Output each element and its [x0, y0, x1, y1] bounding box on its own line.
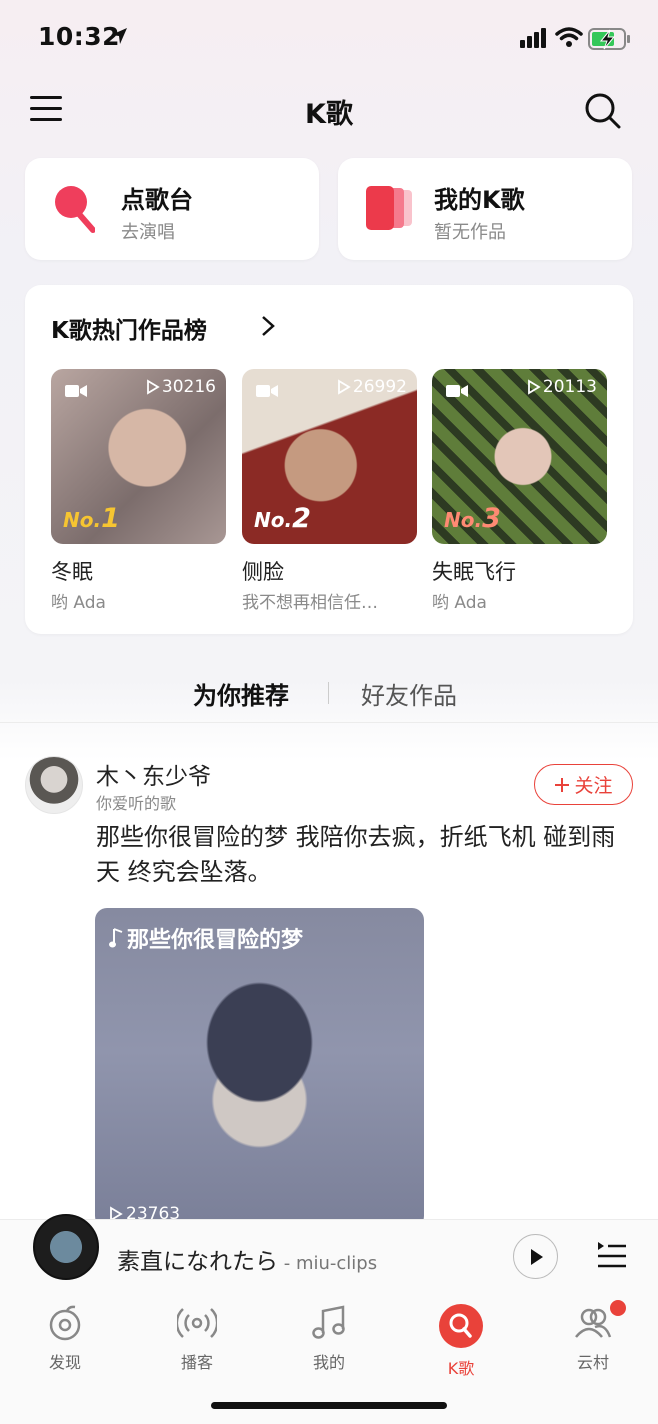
- avatar[interactable]: [25, 756, 83, 814]
- now-playing-song: 素直になれたら: [117, 1249, 278, 1275]
- nav-label: 云村: [576, 1353, 609, 1372]
- now-playing-artist: - miu-clips: [278, 1253, 378, 1274]
- play-count-icon: [528, 379, 541, 395]
- song-request-subtitle: 去演唱: [121, 222, 175, 243]
- microphone-icon: [55, 186, 95, 233]
- chart-song-title: 失眠飞行: [432, 560, 516, 584]
- nav-discover[interactable]: 发现: [25, 1303, 105, 1373]
- chart-item-1[interactable]: 30216 No.1 冬眠 哟 Ada: [51, 369, 226, 613]
- search-icon[interactable]: [584, 92, 622, 130]
- video-camera-icon: [256, 385, 278, 397]
- nav-label: 我的: [312, 1353, 345, 1372]
- song-request-title: 点歌台: [121, 186, 193, 214]
- play-button[interactable]: [513, 1234, 558, 1279]
- nav-label: K歌: [447, 1359, 475, 1378]
- video-title: 那些你很冒险的梦: [127, 928, 304, 953]
- chart-item-3[interactable]: 20113 No.3 失眠飞行 哟 Ada: [432, 369, 607, 613]
- karaoke-icon: [439, 1304, 483, 1348]
- post-subtitle: 你爱听的歌: [96, 794, 177, 813]
- tab-friends-works[interactable]: 好友作品: [361, 676, 457, 711]
- tab-divider: [328, 682, 329, 704]
- nav-podcast[interactable]: 播客: [157, 1303, 237, 1373]
- my-karaoke-subtitle: 暂无作品: [434, 222, 506, 243]
- chart-singer: 哟 Ada: [432, 593, 487, 613]
- rank-badge: No.3: [444, 503, 501, 534]
- play-count: 30216: [161, 377, 216, 397]
- nav-label: 发现: [48, 1353, 81, 1372]
- play-count-icon: [338, 379, 351, 395]
- chart-thumbnail: 20113 No.3: [432, 369, 607, 544]
- follow-button[interactable]: 关注: [534, 764, 633, 805]
- divider: [0, 722, 658, 723]
- my-karaoke-title: 我的K歌: [434, 186, 525, 214]
- post-text: 那些你很冒险的梦 我陪你去疯，折纸飞机 碰到雨天 终究会坠落。: [96, 823, 616, 886]
- chart-item-2[interactable]: 26992 No.2 侧脸 我不想再相信任…: [242, 369, 417, 613]
- podcast-icon: [175, 1308, 219, 1338]
- play-count: 26992: [352, 377, 407, 397]
- rank-badge: No.2: [254, 503, 311, 534]
- now-playing: 素直になれたら - miu-clips: [117, 1242, 377, 1276]
- play-icon: [530, 1248, 543, 1265]
- chart-thumbnail: 30216 No.1: [51, 369, 226, 544]
- video-thumbnail[interactable]: 那些你很冒险的梦 23763: [95, 908, 424, 1228]
- battery-charging-icon: [588, 28, 630, 50]
- chart-singer: 我不想再相信任…: [242, 593, 378, 613]
- nav-label: 播客: [180, 1353, 213, 1372]
- cellular-signal-icon: [520, 28, 546, 48]
- discover-icon: [49, 1305, 81, 1341]
- chart-thumbnail: 26992 No.2: [242, 369, 417, 544]
- chart-song-title: 侧脸: [242, 560, 284, 584]
- chart-song-title: 冬眠: [51, 560, 93, 584]
- tab-recommended[interactable]: 为你推荐: [193, 676, 289, 711]
- nav-community[interactable]: 云村: [553, 1300, 633, 1373]
- mini-player[interactable]: 素直になれたら - miu-clips: [0, 1214, 658, 1291]
- feed-tabs: 为你推荐 好友作品: [0, 670, 658, 714]
- album-disc[interactable]: [33, 1214, 99, 1280]
- play-count-icon: [147, 379, 160, 395]
- video-camera-icon: [446, 385, 468, 397]
- hot-chart-title[interactable]: K歌热门作品榜: [51, 311, 207, 345]
- my-karaoke-card[interactable]: 我的K歌 暂无作品: [338, 158, 632, 260]
- page-title: K歌: [305, 99, 353, 130]
- notification-dot: [610, 1300, 626, 1316]
- my-works-icon: [366, 186, 412, 230]
- community-icon: [575, 1308, 612, 1338]
- post-username[interactable]: 木丶东少爷: [96, 757, 211, 791]
- wifi-icon: [555, 27, 583, 47]
- playlist-icon[interactable]: [596, 1240, 628, 1270]
- nav-karaoke[interactable]: K歌: [421, 1303, 501, 1379]
- plus-icon: [555, 777, 570, 792]
- chart-singer: 哟 Ada: [51, 593, 106, 613]
- chevron-right-icon[interactable]: [261, 315, 275, 337]
- location-arrow-icon: [111, 28, 127, 44]
- rank-badge: No.1: [63, 503, 120, 534]
- music-note-icon: [312, 1305, 345, 1339]
- play-count: 20113: [542, 377, 597, 397]
- hot-chart-card: K歌热门作品榜 30216 No.1 冬眠 哟 Ada 26992 No.2 侧…: [25, 285, 633, 634]
- home-indicator: [211, 1402, 447, 1409]
- follow-label: 关注: [574, 775, 613, 797]
- nav-mine[interactable]: 我的: [289, 1303, 369, 1373]
- video-camera-icon: [65, 385, 87, 397]
- music-note-icon: [109, 928, 123, 948]
- song-request-card[interactable]: 点歌台 去演唱: [25, 158, 319, 260]
- status-time: 10:32: [38, 22, 121, 51]
